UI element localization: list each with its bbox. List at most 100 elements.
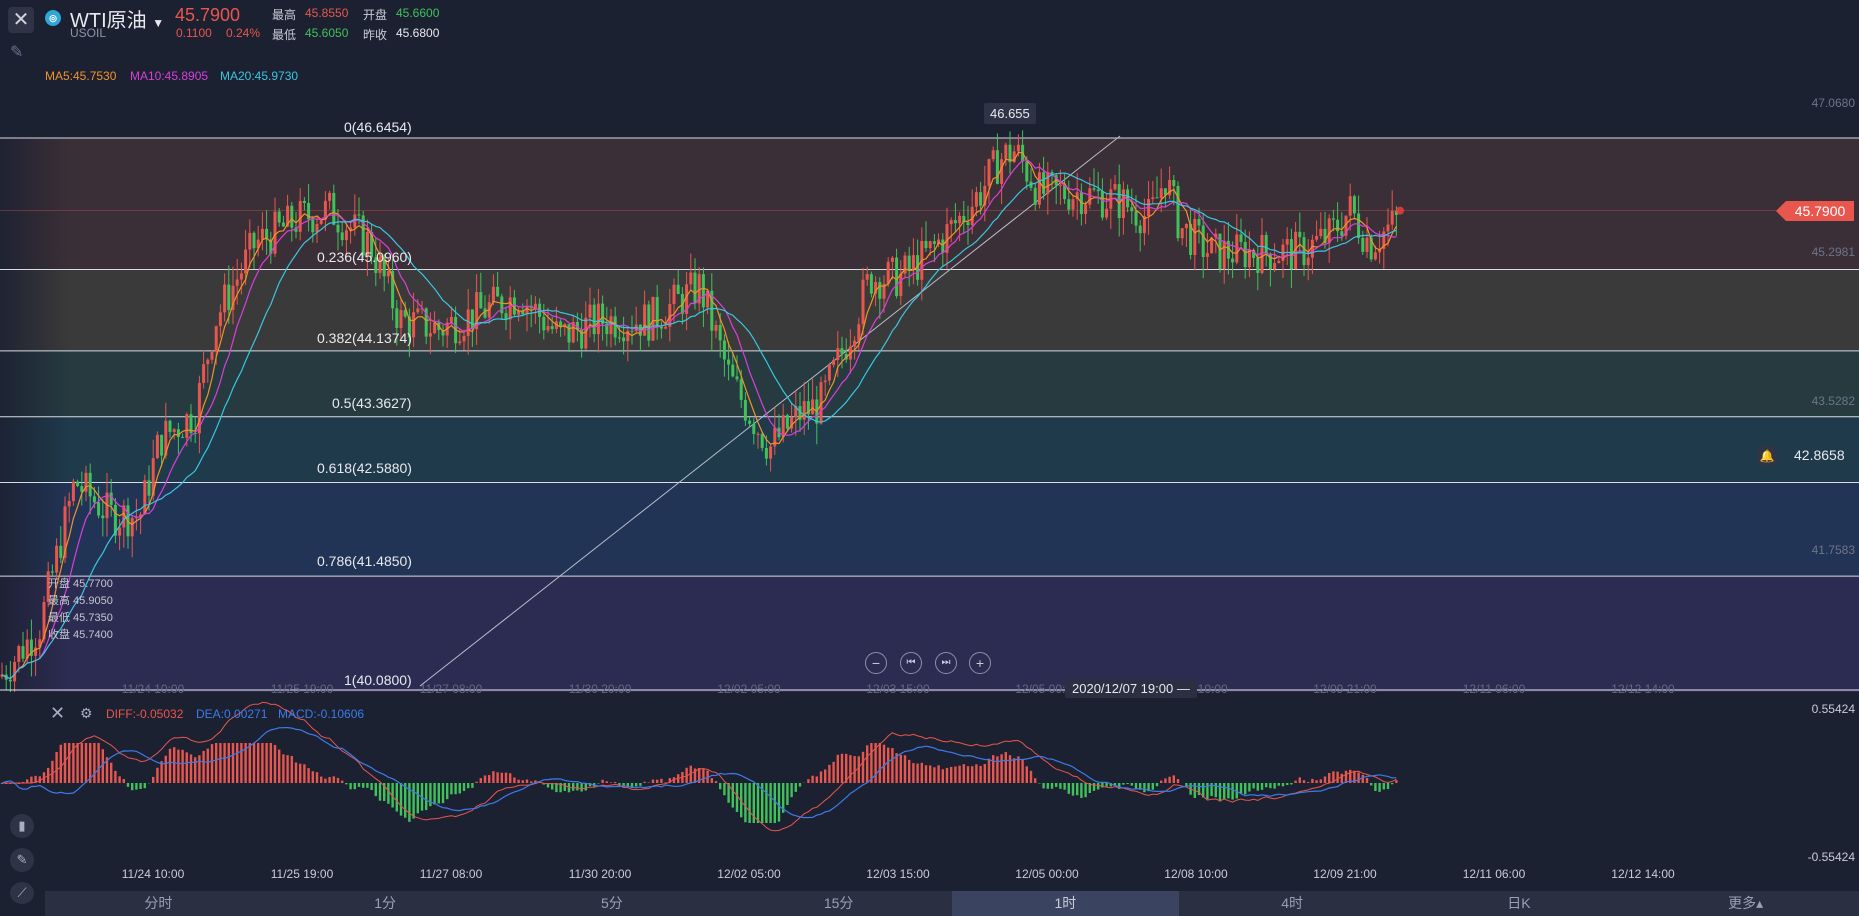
- candle-body: [811, 399, 815, 415]
- symbol-logo-icon: ◎: [45, 10, 61, 26]
- x-axis-tick: 12/12 14:00: [1611, 682, 1675, 696]
- macd-bar: [349, 783, 352, 790]
- candle-body: [1058, 185, 1062, 187]
- macd-bar: [1042, 783, 1045, 789]
- indicator-icon[interactable]: ▮: [10, 814, 34, 838]
- candle-body: [979, 192, 983, 206]
- candle-body: [433, 322, 437, 334]
- macd-bar: [374, 783, 377, 797]
- fib-zone: [0, 482, 1859, 577]
- macd-bar: [719, 783, 722, 790]
- drawing-tool-icon[interactable]: ✎: [10, 42, 34, 64]
- candle-body: [244, 249, 248, 274]
- candle-body: [567, 324, 571, 343]
- close-button[interactable]: ✕: [8, 7, 34, 33]
- candle-body: [1159, 188, 1163, 199]
- fib-zone: [0, 576, 1859, 692]
- zoom-out-button[interactable]: −: [865, 652, 887, 674]
- macd-bar: [425, 783, 428, 811]
- macd-bar: [555, 783, 558, 793]
- fib-label-05: 0.5(43.3627): [332, 395, 412, 411]
- macd-bar: [1328, 772, 1331, 783]
- candle-body: [395, 308, 399, 328]
- candle-body: [412, 312, 416, 338]
- tab-5m[interactable]: 5分: [499, 891, 726, 916]
- macd-bar: [399, 783, 403, 816]
- candle-body: [1016, 144, 1020, 152]
- candle-body: [227, 284, 231, 310]
- open-value: 45.6600: [396, 6, 440, 20]
- candle-body: [17, 646, 21, 662]
- chevron-down-icon[interactable]: ▼: [152, 16, 164, 30]
- macd-bar: [164, 755, 167, 783]
- candle-body: [752, 423, 756, 435]
- prev-button[interactable]: ⏮: [900, 652, 922, 674]
- candle-body: [958, 215, 962, 224]
- candle-body: [302, 200, 306, 204]
- zoom-in-button[interactable]: +: [969, 652, 991, 674]
- candle-body: [252, 232, 256, 249]
- macd-bar: [723, 783, 726, 796]
- macd-bar: [735, 783, 739, 812]
- candle-body: [336, 224, 340, 233]
- macd-bar: [173, 747, 176, 783]
- candle-body: [1037, 172, 1041, 205]
- candle-body: [550, 326, 554, 329]
- next-button[interactable]: ⏭: [935, 652, 957, 674]
- candle-body: [1100, 191, 1104, 218]
- candle-body: [895, 257, 899, 297]
- line-tool-icon[interactable]: ⟋: [10, 882, 34, 904]
- tab-more[interactable]: 更多▴: [1632, 891, 1859, 916]
- tab-4h[interactable]: 4时: [1179, 891, 1406, 916]
- macd-bar: [933, 767, 936, 783]
- tab-daily[interactable]: 日K: [1406, 891, 1633, 916]
- macd-bar: [1000, 754, 1003, 783]
- alert-price[interactable]: 42.8658: [1794, 447, 1845, 463]
- candle-body: [55, 545, 59, 573]
- macd-bar: [1277, 783, 1280, 786]
- candle-body: [71, 481, 75, 502]
- pencil-icon[interactable]: ✎: [10, 848, 34, 872]
- macd-bar: [1391, 783, 1394, 785]
- candle-body: [1336, 219, 1340, 232]
- candle-body: [118, 527, 122, 536]
- candle-body: [496, 286, 500, 297]
- tab-15m[interactable]: 15分: [725, 891, 952, 916]
- macd-bar: [987, 758, 991, 783]
- macd-bar: [114, 770, 117, 783]
- candle-body: [13, 661, 17, 682]
- bell-icon[interactable]: 🔔: [1757, 446, 1777, 466]
- candle-body: [176, 429, 180, 438]
- x-axis-tick: 12/09 21:00: [1313, 682, 1377, 696]
- macd-bar: [1008, 755, 1012, 783]
- candle-body: [449, 316, 453, 323]
- candle-body: [1067, 199, 1071, 210]
- macd-bar: [215, 743, 218, 783]
- macd-bar: [1092, 783, 1096, 791]
- macd-bar: [1130, 783, 1133, 786]
- macd-bar: [1290, 783, 1293, 785]
- candle-body: [542, 316, 546, 331]
- price-chart[interactable]: [0, 0, 1859, 692]
- candle-body: [689, 272, 693, 285]
- macd-bar: [1059, 783, 1062, 789]
- macd-bar: [458, 783, 461, 794]
- gear-icon[interactable]: ⚙: [80, 705, 93, 722]
- candle-body: [601, 303, 605, 324]
- candle-body: [857, 324, 861, 341]
- macd-bar: [702, 768, 705, 783]
- candle-body: [655, 296, 659, 327]
- candle-body: [1331, 218, 1335, 220]
- macd-bar: [227, 743, 230, 783]
- candle-body: [748, 420, 752, 424]
- close-indicator-icon[interactable]: ✕: [50, 703, 65, 724]
- macd-bar: [332, 776, 335, 783]
- macd-bar: [353, 783, 356, 790]
- tab-1h[interactable]: 1时: [952, 891, 1179, 916]
- x-axis-tick: 11/24 10:00: [121, 682, 185, 696]
- macd-chart[interactable]: [0, 692, 1859, 888]
- candle-body: [76, 481, 80, 487]
- candle-body: [722, 340, 726, 360]
- tab-1m[interactable]: 1分: [272, 891, 499, 916]
- tab-timeshare[interactable]: 分时: [45, 891, 272, 916]
